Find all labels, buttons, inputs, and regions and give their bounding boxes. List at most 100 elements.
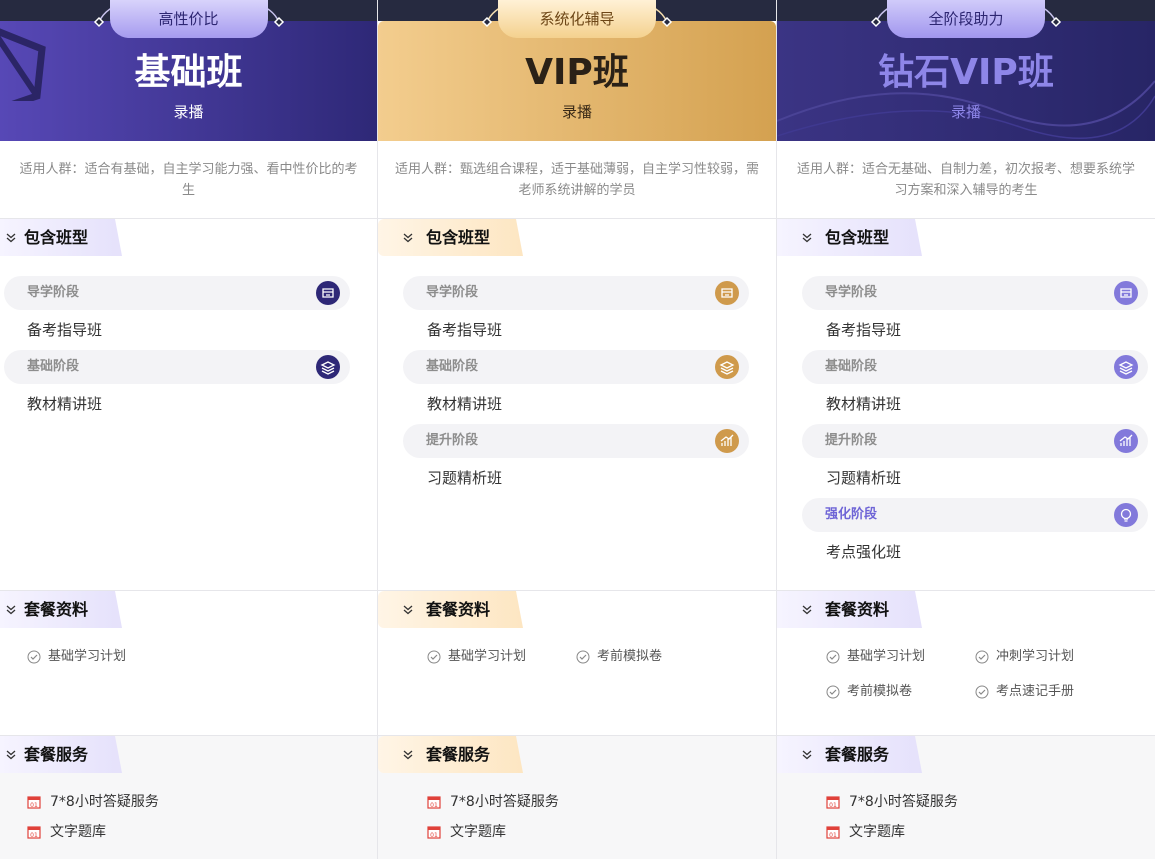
stage-label: 基础阶段 [825,359,878,374]
chevron-down-icon [403,605,413,615]
check-circle-icon [975,685,989,699]
svg-text:01: 01 [30,832,38,839]
plan-tag: 高性价比 [109,0,268,38]
calendar-icon: 01 [427,796,441,809]
plan-subtitle: 录播 [561,103,592,121]
plan-description: 适用人群：甄选组合课程，适于基础薄弱，自主学习性较弱，需老师系统讲解的学员 [378,141,776,219]
calendar-icon: 01 [27,796,41,809]
plan-header: 基础班 录播 [0,21,377,141]
check-circle-icon [576,650,590,664]
material-item: 基础学习计划 [826,648,925,666]
layers-icon [715,355,739,379]
section-header[interactable]: 套餐资料 [378,591,523,628]
stage-item: 基础阶段 [403,350,749,384]
service-item: 01 7*8小时答疑服务 [826,792,958,812]
course-name: 备考指导班 [826,321,902,339]
check-circle-icon [826,650,840,664]
course-name: 教材精讲班 [427,395,503,413]
stage-item: 提升阶段 [802,424,1148,458]
check-circle-icon [27,650,41,664]
stage-item: 提升阶段 [403,424,749,458]
check-circle-icon [975,650,989,664]
section-title: 套餐服务 [825,745,890,764]
svg-text:01: 01 [829,832,837,839]
service-item: 01 7*8小时答疑服务 [427,792,559,812]
chevron-down-icon [403,750,413,760]
stage-label: 基础阶段 [426,359,479,374]
chevron-down-icon [6,605,16,615]
stage-label: 提升阶段 [426,433,479,448]
material-item: 考点速记手册 [975,683,1074,701]
plan-subtitle: 录播 [173,103,204,121]
service-item: 01 文字题库 [826,822,905,842]
layers-icon [1114,355,1138,379]
course-name: 习题精析班 [826,469,902,487]
stage-item: 导学阶段 [4,276,350,310]
section-title: 包含班型 [825,228,890,247]
stage-label: 强化阶段 [825,507,878,522]
divider [777,735,1155,736]
section-header[interactable]: 包含班型 [0,219,122,256]
chevron-down-icon [802,233,812,243]
section-header[interactable]: 套餐服务 [0,736,122,773]
chevron-down-icon [802,605,812,615]
svg-text:01: 01 [30,802,38,809]
course-name: 备考指导班 [27,321,103,339]
svg-text:01: 01 [430,832,438,839]
bulb-icon [1114,503,1138,527]
section-header[interactable]: 包含班型 [378,219,523,256]
chevron-down-icon [403,233,413,243]
section-title: 套餐服务 [426,745,491,764]
section-header[interactable]: 套餐资料 [777,591,922,628]
stage-label: 基础阶段 [27,359,80,374]
plan-card-basic: 基础班 录播 高性价比 适用人群：适合有基础，自主学习能力强、看中性价比的考生 … [0,0,377,859]
svg-text:01: 01 [829,802,837,809]
plan-title: 钻石VIP班 [878,52,1054,93]
course-name: 习题精析班 [427,469,503,487]
divider [777,590,1155,591]
book-icon [316,281,340,305]
service-item: 01 文字题库 [27,822,106,842]
stage-label: 提升阶段 [825,433,878,448]
book-icon [1114,281,1138,305]
material-item: 基础学习计划 [27,648,126,666]
section-header[interactable]: 套餐资料 [0,591,122,628]
calendar-icon: 01 [27,826,41,839]
section-title: 包含班型 [24,228,89,247]
section-title: 套餐资料 [24,600,89,619]
plan-header: 钻石VIP班 录播 [777,21,1155,141]
plan-description: 适用人群：适合有基础，自主学习能力强、看中性价比的考生 [0,141,377,219]
divider [0,735,377,736]
section-header[interactable]: 套餐服务 [378,736,523,773]
section-header[interactable]: 套餐服务 [777,736,922,773]
calendar-icon: 01 [826,826,840,839]
material-item: 基础学习计划 [427,648,526,666]
divider [378,735,776,736]
material-item: 考前模拟卷 [576,648,662,666]
stage-item: 基础阶段 [4,350,350,384]
check-circle-icon [826,685,840,699]
section-header[interactable]: 包含班型 [777,219,922,256]
plan-card-vip: VIP班 录播 系统化辅导 适用人群：甄选组合课程，适于基础薄弱，自主学习性较弱… [377,0,777,859]
chevron-down-icon [6,750,16,760]
check-circle-icon [427,650,441,664]
plan-tag: 系统化辅导 [498,0,656,38]
course-name: 备考指导班 [427,321,503,339]
chart-up-icon [1114,429,1138,453]
chevron-down-icon [6,233,16,243]
divider [378,590,776,591]
chevron-down-icon [802,750,812,760]
section-title: 套餐服务 [24,745,89,764]
stage-label: 导学阶段 [426,285,479,300]
layers-icon [316,355,340,379]
section-title: 包含班型 [426,228,491,247]
stage-item: 导学阶段 [802,276,1148,310]
calendar-icon: 01 [427,826,441,839]
stage-label: 导学阶段 [825,285,878,300]
material-item: 冲刺学习计划 [975,648,1074,666]
plan-tag: 全阶段助力 [887,0,1045,38]
stage-item: 基础阶段 [802,350,1148,384]
plan-card-diamond-vip: 钻石VIP班 录播 全阶段助力 适用人群：适合无基础、自制力差，初次报考、想要系… [777,0,1155,859]
stage-label: 导学阶段 [27,285,80,300]
material-item: 考前模拟卷 [826,683,912,701]
